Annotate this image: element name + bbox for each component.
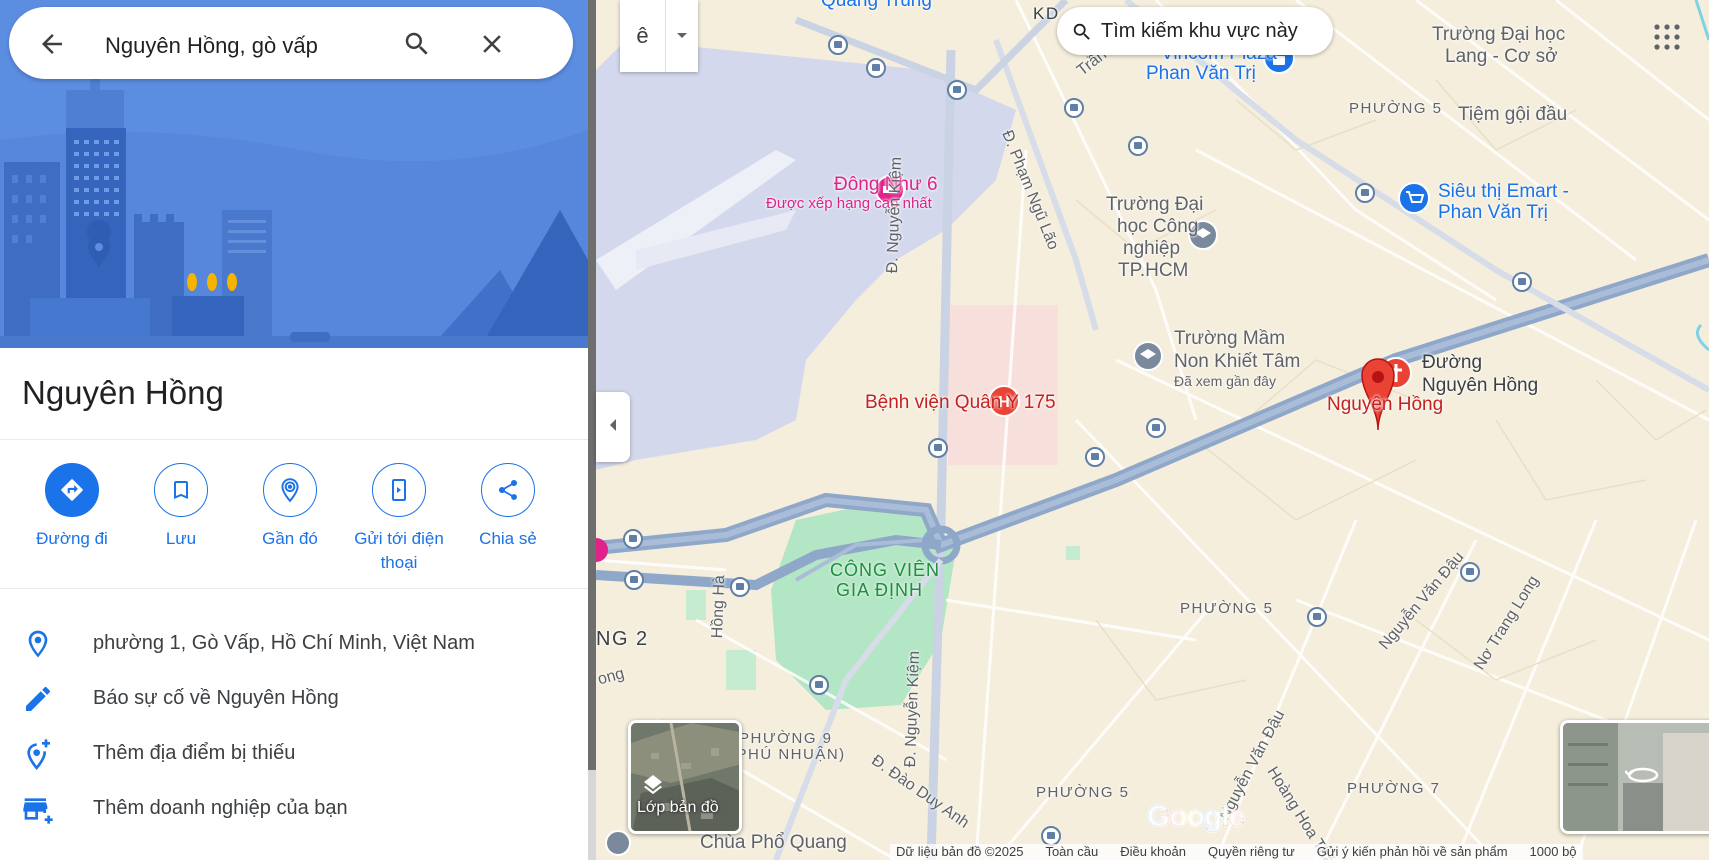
place-header: Nguyên Hồng <box>0 348 588 440</box>
search-icon <box>1071 21 1093 43</box>
report-issue-text: Báo sự cố về Nguyên Hồng <box>93 687 339 709</box>
input-tools: ê <box>620 0 698 72</box>
action-bar: Đường đi Lưu Gần đó Gửi tới điện thoại C… <box>0 441 588 589</box>
map-label-mam-non-sub: Đã xem gần đây <box>1174 373 1276 389</box>
map-label-dai-hoc-3[interactable]: nghiệp <box>1123 238 1180 259</box>
map-label-dai-hoc-lang-2[interactable]: Lang - Cơ sở <box>1445 46 1558 67</box>
add-place-text: Thêm địa điểm bị thiếu <box>93 742 296 764</box>
map-label-cong-vien-1[interactable]: CÔNG VIÊN <box>830 560 940 580</box>
bookmark-icon <box>154 463 208 517</box>
location-pin-icon <box>22 628 54 660</box>
street-view-thumbnail[interactable] <box>1560 720 1709 834</box>
panel-scrollbar[interactable] <box>588 0 596 860</box>
directions-label: Đường đi <box>36 529 108 548</box>
chevron-left-icon <box>608 418 618 437</box>
map-label-dong-nhu-sub: Được xếp hạng cao nhất <box>766 195 932 212</box>
close-icon[interactable] <box>477 29 507 59</box>
footer-terms[interactable]: Điều khoản <box>1120 844 1186 860</box>
directions-icon <box>45 463 99 517</box>
map-label-chua-pho-quang[interactable]: Chùa Phổ Quang <box>700 832 847 853</box>
panel-scrollbar-track <box>588 770 596 860</box>
footer-global[interactable]: Toàn cầu <box>1045 844 1098 860</box>
rotate-360-icon <box>1624 763 1661 792</box>
footer-map-data[interactable]: Dữ liệu bản đồ ©2025 <box>896 844 1023 860</box>
map-label-phuong5-a: PHƯỜNG 5 <box>1349 100 1443 117</box>
map-label-dai-hoc-2[interactable]: học Công <box>1117 216 1198 237</box>
map-label-benh-vien[interactable]: Bệnh viện Quân Y 175 <box>865 392 1056 414</box>
map-label-phuong5-c: PHƯỜNG 5 <box>1036 784 1130 801</box>
map-label-mam-non-1[interactable]: Trường Mầm <box>1174 328 1285 349</box>
input-method-button[interactable]: ê <box>620 0 666 72</box>
add-business-text: Thêm doanh nghiệp của bạn <box>93 797 348 819</box>
map-label-ng2: NG 2 <box>596 628 649 650</box>
map-label-vincom-2[interactable]: Phan Văn Trị <box>1146 63 1256 84</box>
map-label-st-hong-ha: Hồng Hà <box>709 574 729 639</box>
map-footer: Dữ liệu bản đồ ©2025 Toàn cầu Điều khoản… <box>890 844 1583 860</box>
save-label: Lưu <box>165 529 197 548</box>
temple-marker <box>605 830 631 856</box>
map-label-mam-non-2[interactable]: Non Khiết Tâm <box>1174 351 1300 372</box>
directions-button[interactable]: Đường đi <box>18 463 126 551</box>
add-business-icon <box>22 793 54 825</box>
back-arrow-icon[interactable] <box>37 29 67 59</box>
layers-icon <box>641 773 665 797</box>
share-icon <box>481 463 535 517</box>
layers-button[interactable]: Lớp bản đồ <box>628 720 742 834</box>
footer-feedback[interactable]: Gửi ý kiến phản hồi về sản phẩm <box>1317 844 1508 860</box>
collapse-panel-button[interactable] <box>596 392 630 462</box>
map-label-dai-hoc-lang-1[interactable]: Trường Đại học <box>1432 24 1565 45</box>
send-to-phone-label: Gửi tới điện thoại <box>354 529 444 572</box>
add-place-row[interactable]: Thêm địa điểm bị thiếu <box>0 724 588 782</box>
map-label-emart-2[interactable]: Phan Văn Trị <box>1438 202 1548 223</box>
search-icon[interactable] <box>402 29 432 59</box>
school-marker <box>1133 341 1163 371</box>
map-label-emart-1[interactable]: Siêu thị Emart - <box>1438 181 1569 202</box>
shopping-marker <box>1398 182 1430 214</box>
add-location-icon <box>22 738 54 770</box>
map-label-kd: KD <box>1033 4 1060 23</box>
share-label: Chia sẻ <box>479 529 537 548</box>
map-canvas[interactable]: H Đông Như 6 Được xếp hạng cao nhất Bệnh… <box>596 0 1709 860</box>
nearby-label: Gần đó <box>262 529 318 548</box>
map-label-duong-nguyen-hong-1[interactable]: Đường <box>1422 352 1482 374</box>
search-box: Nguyên Hồng, gò vấp <box>9 7 573 79</box>
add-business-row[interactable]: Thêm doanh nghiệp của bạn <box>0 779 588 837</box>
report-issue-row[interactable]: Báo sự cố về Nguyên Hồng <box>0 669 588 727</box>
side-panel: Nguyên Hồng, gò vấp Nguyên Hồng Đường đi… <box>0 0 588 860</box>
save-button[interactable]: Lưu <box>127 463 235 551</box>
nearby-button[interactable]: Gần đó <box>236 463 344 551</box>
nearby-icon <box>263 463 317 517</box>
page-title: Nguyên Hồng <box>22 374 224 411</box>
map-label-phuong7: PHƯỜNG 7 <box>1347 780 1441 797</box>
address-row[interactable]: phường 1, Gò Vấp, Hồ Chí Minh, Việt Nam <box>0 614 588 672</box>
map-label-nguyen-hong-pin[interactable]: Nguyên Hồng <box>1327 394 1443 416</box>
apps-grid-icon[interactable] <box>1652 22 1682 52</box>
search-this-area-label: Tìm kiếm khu vực này <box>1101 20 1298 42</box>
pencil-icon <box>22 683 54 715</box>
layers-label: Lớp bản đồ <box>637 799 719 816</box>
google-logo-text: Google <box>1147 800 1245 833</box>
share-button[interactable]: Chia sẻ <box>454 463 562 551</box>
footer-scale[interactable]: 1000 bộ <box>1530 844 1577 860</box>
map-label-dai-hoc-1[interactable]: Trường Đại <box>1106 194 1203 215</box>
dropdown-arrow-icon[interactable] <box>666 0 698 72</box>
map-label-duong-nguyen-hong-2[interactable]: Nguyên Hồng <box>1422 375 1538 397</box>
search-input[interactable]: Nguyên Hồng, gò vấp <box>105 33 318 59</box>
map-label-phuong9-1: PHƯỜNG 9 <box>739 730 833 747</box>
address-text: phường 1, Gò Vấp, Hồ Chí Minh, Việt Nam <box>93 632 475 654</box>
map-label-tiem-goi-dau[interactable]: Tiệm gội đầu <box>1458 104 1567 125</box>
map-label-phuong5-b: PHƯỜNG 5 <box>1180 600 1274 617</box>
search-this-area-button[interactable]: Tìm kiếm khu vực này <box>1057 7 1333 55</box>
google-logo: Google <box>1147 800 1245 834</box>
map-label-phuong9-2: (PHÚ NHUẬN) <box>730 746 846 763</box>
send-to-phone-icon <box>372 463 426 517</box>
map-label-cong-vien-2[interactable]: GIA ĐỊNH <box>836 580 923 600</box>
map-label-dai-hoc-4[interactable]: TP.HCM <box>1118 260 1188 281</box>
send-to-phone-button[interactable]: Gửi tới điện thoại <box>345 463 453 575</box>
map-label-quang-trung[interactable]: Quang Trung <box>821 0 932 11</box>
footer-privacy[interactable]: Quyền riêng tư <box>1208 844 1295 860</box>
